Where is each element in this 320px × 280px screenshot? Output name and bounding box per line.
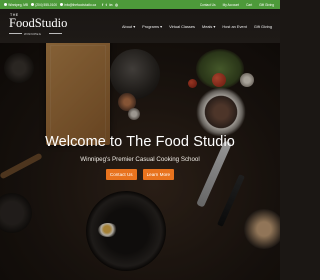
- phone-icon: [31, 3, 35, 6]
- logo-name: FoodStudio: [9, 16, 68, 30]
- gift-giving-link[interactable]: Gift Giving: [259, 3, 274, 7]
- logo-rule-left: [9, 33, 22, 34]
- linkedin-icon[interactable]: in: [109, 3, 112, 7]
- hero-buttons: Contact Us Learn More: [0, 169, 280, 180]
- logo-rule-right: [49, 33, 62, 34]
- contact-info: Winnipeg, MB (204) 555-0100 info@thefood…: [0, 3, 96, 7]
- twitter-icon[interactable]: t: [106, 3, 107, 7]
- hero-section: Welcome to The Food Studio Winnipeg's Pr…: [0, 43, 280, 280]
- email-text: info@thefoodstudio.ca: [64, 2, 96, 7]
- nav-item-virtual-classes[interactable]: Virtual Classes: [169, 24, 195, 29]
- nav-item-meals[interactable]: Meals ▾: [202, 24, 215, 29]
- instagram-icon[interactable]: ◎: [115, 3, 118, 7]
- facebook-icon[interactable]: f: [102, 3, 103, 7]
- nav-item-programs[interactable]: Programs ▾: [142, 24, 162, 29]
- cart-link[interactable]: Cart: [246, 3, 252, 7]
- learn-more-button[interactable]: Learn More: [142, 169, 175, 180]
- contact-us-button[interactable]: Contact Us: [105, 169, 137, 180]
- social-links: f t in ◎: [102, 3, 118, 7]
- location-icon: [4, 3, 7, 6]
- utility-bar: Winnipeg, MB (204) 555-0100 info@thefood…: [0, 0, 280, 9]
- nav-item-gift-giving[interactable]: Gift Giving: [254, 24, 272, 29]
- logo-tagline: WINNIPEG: [24, 32, 42, 36]
- hero-content: Welcome to The Food Studio Winnipeg's Pr…: [0, 134, 280, 180]
- site-header: THE FoodStudio WINNIPEG About ▾ Programs…: [0, 9, 280, 43]
- nav-item-about[interactable]: About ▾: [122, 24, 135, 29]
- hero-title: Welcome to The Food Studio: [45, 134, 235, 150]
- nav-item-host-an-event[interactable]: Host an Event: [222, 24, 246, 29]
- phone-item[interactable]: (204) 555-0100: [31, 3, 57, 7]
- email-item[interactable]: info@thefoodstudio.ca: [60, 3, 96, 7]
- address-text: Winnipeg, MB: [8, 2, 29, 7]
- hero-subtitle: Winnipeg's Premier Casual Cooking School: [80, 156, 200, 163]
- main-nav: About ▾ Programs ▾ Virtual Classes Meals…: [122, 24, 272, 29]
- contact-us-link[interactable]: Contact Us: [200, 3, 216, 7]
- address-item[interactable]: Winnipeg, MB: [4, 3, 28, 7]
- utility-links: Contact Us My Account Cart Gift Giving: [200, 3, 280, 7]
- site-logo[interactable]: THE FoodStudio WINNIPEG: [8, 12, 68, 40]
- phone-text: (204) 555-0100: [35, 2, 58, 7]
- my-account-link[interactable]: My Account: [223, 3, 239, 7]
- email-icon: [60, 3, 64, 6]
